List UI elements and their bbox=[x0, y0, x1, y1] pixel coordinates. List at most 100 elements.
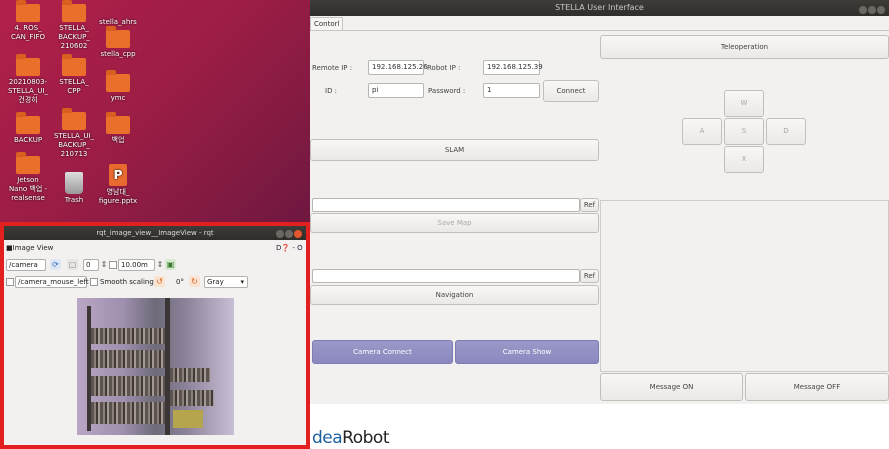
message-off-button[interactable]: Message OFF bbox=[745, 373, 889, 401]
desktop-icon-label: STELLA_ BACKUP_ 210602 bbox=[58, 24, 90, 50]
slam-button[interactable]: SLAM bbox=[310, 139, 599, 161]
desktop-icon-ros-can-fifo[interactable]: 4. ROS_ CAN_FIFO bbox=[2, 0, 54, 42]
desktop-icon-stella-ui-20210803[interactable]: 20210803- STELLA_UI_ 건경히 bbox=[2, 54, 54, 105]
desktop-icon-label: Trash bbox=[64, 196, 84, 204]
rotation-value: 0° bbox=[176, 278, 184, 286]
save-image-icon[interactable]: ▢ bbox=[67, 259, 78, 270]
shelf-post bbox=[165, 298, 170, 435]
desktop-icon-ymc[interactable]: ymc bbox=[92, 70, 144, 103]
stella-window: STELLA User Interface Contorl Remote IP … bbox=[310, 0, 889, 449]
robot-ip-label: Robot IP : bbox=[427, 64, 461, 72]
minimize-icon[interactable] bbox=[859, 6, 867, 14]
maximize-icon[interactable] bbox=[868, 6, 876, 14]
maximize-icon[interactable] bbox=[285, 230, 293, 238]
desktop-icon-label: stella_ahrs bbox=[99, 18, 137, 26]
smooth-scaling-checkbox[interactable] bbox=[90, 278, 98, 286]
map-path-field[interactable] bbox=[312, 198, 580, 212]
rqt-titlebar[interactable]: rqt_image_view__ImageView - rqt bbox=[4, 226, 306, 240]
help-close-controls[interactable]: D❓ - O bbox=[276, 244, 303, 252]
books-row bbox=[91, 328, 165, 344]
desktop-icon-jetson-nano[interactable]: Jetson Nano 백업 - realsense bbox=[2, 152, 54, 203]
desktop-icon-stella-cpp-lower[interactable]: stella_cpp bbox=[92, 26, 144, 59]
close-icon[interactable] bbox=[294, 230, 302, 238]
key-a-button[interactable]: A bbox=[682, 118, 722, 145]
folder-icon bbox=[62, 108, 86, 130]
password-label: Password : bbox=[428, 87, 466, 95]
password-field[interactable]: 1 bbox=[483, 83, 540, 98]
refresh-icon[interactable]: ⟳ bbox=[50, 259, 61, 270]
remote-ip-field[interactable]: 192.168.125.26 bbox=[368, 60, 428, 75]
window-title: STELLA User Interface bbox=[555, 3, 644, 12]
folder-icon bbox=[16, 152, 40, 174]
desktop-icon-stella-ahrs[interactable]: stella_ahrs bbox=[92, 4, 144, 26]
rotate-right-icon[interactable]: ↻ bbox=[189, 276, 200, 287]
desktop-icon-label: STELLA_ CPP bbox=[59, 78, 89, 95]
books-row bbox=[91, 376, 165, 396]
logo-text-b: Robot bbox=[342, 428, 389, 448]
mouse-topic-field[interactable]: /camera_mouse_left bbox=[15, 276, 89, 288]
connect-button[interactable]: Connect bbox=[543, 80, 599, 102]
message-on-button[interactable]: Message ON bbox=[600, 373, 743, 401]
distance-field[interactable]: 10.00m bbox=[118, 259, 155, 271]
books-row bbox=[170, 390, 214, 406]
distance-checkbox[interactable] bbox=[109, 261, 117, 269]
books-row bbox=[91, 350, 165, 368]
distance-spin-icon[interactable]: ⇕ bbox=[156, 259, 164, 270]
mouse-topic-checkbox[interactable] bbox=[6, 278, 14, 286]
topic-select[interactable]: /camera bbox=[6, 259, 46, 271]
folder-icon bbox=[16, 0, 40, 22]
image-view-panel-label: ■Image View bbox=[6, 244, 54, 252]
key-d-button[interactable]: D bbox=[766, 118, 806, 145]
minimize-icon[interactable] bbox=[276, 230, 284, 238]
key-s-button[interactable]: S bbox=[724, 118, 764, 145]
robot-ip-field[interactable]: 192.168.125.39 bbox=[483, 60, 543, 75]
image-view-label-text: Image View bbox=[12, 244, 54, 252]
desktop-icon-label: 영남대_ figure.pptx bbox=[98, 188, 138, 205]
desktop-icon-backup-korean[interactable]: 백업 bbox=[92, 112, 144, 145]
save-map-button[interactable]: Save Map bbox=[310, 213, 599, 233]
ref-button-nav[interactable]: Ref bbox=[580, 269, 599, 283]
rotate-left-icon[interactable]: ↺ bbox=[154, 276, 165, 287]
spin-arrows-icon[interactable]: ⇕ bbox=[100, 259, 108, 270]
teleoperation-button[interactable]: Teleoperation bbox=[600, 35, 889, 59]
box-on-shelf bbox=[173, 410, 203, 428]
camera-show-button[interactable]: Camera Show bbox=[455, 340, 599, 364]
close-icon[interactable] bbox=[877, 6, 885, 14]
desktop-icon-label: 20210803- STELLA_UI_ 건경히 bbox=[7, 78, 49, 104]
powerpoint-icon: P bbox=[109, 164, 127, 186]
navigation-button[interactable]: Navigation bbox=[310, 285, 599, 305]
folder-icon bbox=[16, 112, 40, 134]
key-x-button[interactable]: X bbox=[724, 146, 764, 173]
id-label: ID : bbox=[325, 87, 338, 95]
color-mode-select[interactable]: Gray ▾ bbox=[204, 276, 248, 288]
key-w-button[interactable]: W bbox=[724, 90, 764, 117]
folder-icon bbox=[106, 70, 130, 92]
folder-icon bbox=[62, 0, 86, 22]
folder-icon bbox=[62, 54, 86, 76]
smooth-scaling-label: Smooth scaling bbox=[100, 278, 154, 286]
desktop-icon-backup[interactable]: BACKUP bbox=[2, 112, 54, 145]
bottom-strip bbox=[310, 404, 889, 449]
zoom-fit-icon[interactable]: ▣ bbox=[165, 259, 176, 270]
books-row bbox=[170, 368, 210, 382]
desktop-icon-label: 백업 bbox=[111, 136, 125, 144]
desktop-icon-label: ymc bbox=[110, 94, 126, 102]
spin-box[interactable]: 0 bbox=[83, 259, 99, 271]
tab-control[interactable]: Contorl bbox=[310, 17, 344, 31]
id-field[interactable]: pi bbox=[368, 83, 424, 98]
camera-image bbox=[77, 298, 234, 435]
chevron-down-icon: ▾ bbox=[240, 278, 244, 286]
ref-button-map[interactable]: Ref bbox=[580, 198, 599, 212]
logo-text-a: dea bbox=[312, 428, 343, 448]
desktop-icon-pptx[interactable]: P 영남대_ figure.pptx bbox=[92, 164, 144, 206]
rqt-image-view-window: rqt_image_view__ImageView - rqt ■Image V… bbox=[0, 222, 310, 449]
desktop-icon-label: STELLA_UI_ BACKUP_ 210713 bbox=[53, 132, 95, 158]
nav-map-field[interactable] bbox=[312, 269, 580, 283]
remote-ip-label: Remote IP : bbox=[312, 64, 353, 72]
books-row bbox=[91, 402, 165, 424]
message-panel bbox=[600, 200, 889, 372]
camera-connect-button[interactable]: Camera Connect bbox=[312, 340, 453, 364]
trash-icon bbox=[65, 172, 83, 194]
stella-titlebar[interactable]: STELLA User Interface bbox=[310, 0, 889, 16]
desktop-icon-label: BACKUP bbox=[13, 136, 43, 144]
